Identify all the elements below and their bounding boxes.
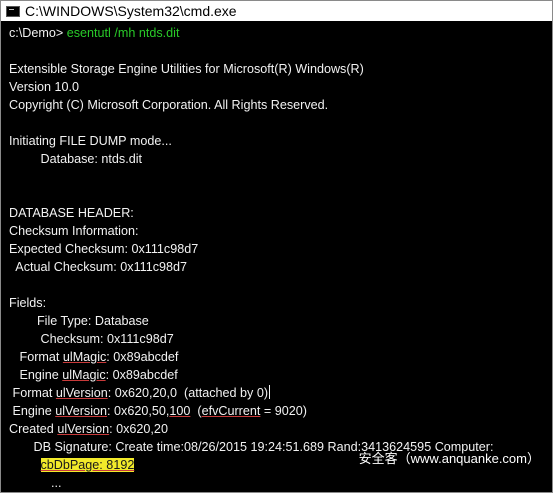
format-magic-line: Format ulMagic: 0x89abcdef: [9, 348, 178, 366]
window-title: C:\WINDOWS\System32\cmd.exe: [25, 3, 237, 19]
format-version-value: : 0x620,20,0 (attached by 0): [107, 386, 269, 400]
format-magic-value: : 0x89abcdef: [106, 350, 179, 364]
format-version-key: ulVersion: [55, 386, 108, 400]
engine-version-paren: (: [190, 404, 202, 418]
engine-version-key: ulVersion: [55, 404, 108, 418]
page-size-indent: [9, 458, 41, 472]
text-cursor: [269, 385, 271, 399]
engine-version-efv: efvCurrent: [201, 404, 261, 418]
created-version-prefix: Created: [9, 422, 58, 436]
console-icon: [6, 5, 20, 17]
engine-version-prefix: Engine: [9, 404, 56, 418]
fields-line: Fields:: [9, 296, 47, 310]
file-type-line: File Type: Database: [9, 314, 149, 328]
created-version-line: Created ulVersion: 0x620,20: [9, 420, 168, 438]
created-version-key: ulVersion: [57, 422, 110, 436]
engine-version-end: = 9020): [260, 404, 307, 418]
watermark: 安全客（www.anquanke.com）: [358, 451, 540, 466]
database-line: Database: ntds.dit: [9, 152, 143, 166]
engine-magic-key: ulMagic: [62, 368, 106, 382]
copyright-line: Copyright (C) Microsoft Corporation. All…: [9, 98, 329, 112]
cmd-window: C:\WINDOWS\System32\cmd.exe c:\Demo> ese…: [0, 0, 553, 493]
banner-line: Extensible Storage Engine Utilities for …: [9, 62, 364, 76]
expected-checksum-line: Expected Checksum: 0x111c98d7: [9, 242, 199, 256]
version-line: Version 10.0: [9, 80, 80, 94]
actual-checksum-line: Actual Checksum: 0x111c98d7: [9, 260, 188, 274]
ellipsis-line: ...: [9, 476, 62, 490]
format-version-prefix: Format: [9, 386, 56, 400]
engine-magic-value: : 0x89abcdef: [105, 368, 178, 382]
page-size-highlight: cbDbPage: 8192: [40, 458, 135, 472]
created-version-value: : 0x620,20: [109, 422, 168, 436]
checksum-line: Checksum: 0x111c98d7: [9, 332, 174, 346]
command-text: esentutl /mh ntds.dit: [66, 26, 180, 40]
engine-version-number: 100: [169, 404, 191, 418]
format-magic-key: ulMagic: [62, 350, 107, 364]
prompt: c:\Demo>: [9, 26, 67, 40]
engine-magic-line: Engine ulMagic: 0x89abcdef: [9, 366, 178, 384]
page-size-line: cbDbPage: 8192: [9, 456, 135, 474]
engine-version-line: Engine ulVersion: 0x620,50,100 (efvCurre…: [9, 402, 307, 420]
engine-magic-prefix: Engine: [9, 368, 63, 382]
console-output[interactable]: c:\Demo> esentutl /mh ntds.dit Extensibl…: [1, 21, 552, 492]
init-line: Initiating FILE DUMP mode...: [9, 134, 172, 148]
command-line: c:\Demo> esentutl /mh ntds.dit: [9, 24, 179, 42]
title-bar[interactable]: C:\WINDOWS\System32\cmd.exe: [1, 1, 552, 21]
engine-version-value: : 0x620,50,: [107, 404, 170, 418]
db-header-line: DATABASE HEADER:: [9, 206, 134, 220]
format-magic-prefix: Format: [9, 350, 63, 364]
format-version-line: Format ulVersion: 0x620,20,0 (attached b…: [9, 384, 271, 402]
checksum-info-line: Checksum Information:: [9, 224, 139, 238]
